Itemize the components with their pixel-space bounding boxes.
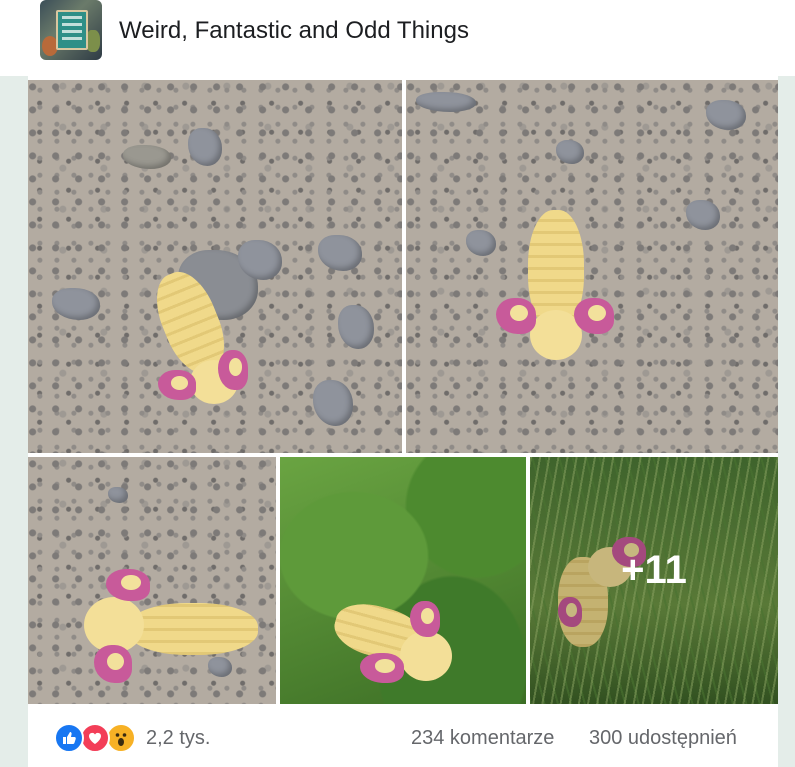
- shares-count[interactable]: 300 udostępnień: [589, 727, 737, 750]
- post-footer: 2,2 tys. 234 komentarze 300 udostępnień: [28, 710, 778, 767]
- photo-2[interactable]: [406, 80, 778, 453]
- photo-1[interactable]: [28, 80, 402, 453]
- wow-icon: [106, 723, 136, 753]
- photo-3[interactable]: [28, 457, 276, 704]
- post-header: Weird, Fantastic and Odd Things: [0, 0, 795, 76]
- photo-4[interactable]: [280, 457, 526, 704]
- post-card: +11: [28, 76, 778, 767]
- avatar-decoration: [86, 30, 100, 52]
- group-name-link[interactable]: Weird, Fantastic and Odd Things: [119, 17, 469, 45]
- like-icon: [54, 723, 84, 753]
- comments-count[interactable]: 234 komentarze: [411, 727, 554, 750]
- reaction-count[interactable]: 2,2 tys.: [146, 727, 210, 750]
- more-photos-count[interactable]: +11: [530, 457, 778, 704]
- reactions-summary[interactable]: [54, 723, 144, 753]
- photo-5[interactable]: +11: [530, 457, 778, 704]
- avatar-sign: [56, 10, 88, 50]
- love-icon: [80, 723, 110, 753]
- group-avatar[interactable]: [40, 0, 102, 60]
